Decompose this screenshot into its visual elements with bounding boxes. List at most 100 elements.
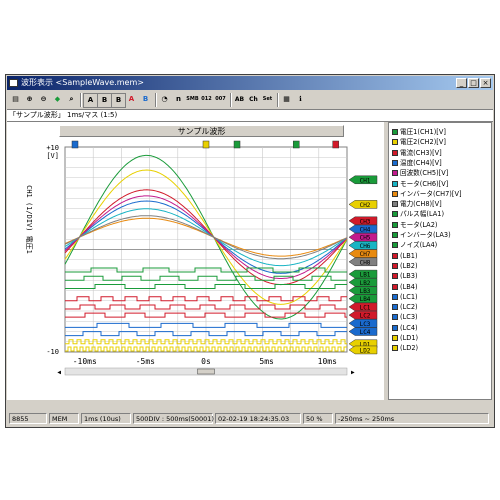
trigger-marker — [332, 140, 339, 149]
toolbar-a-button[interactable]: A — [83, 93, 98, 108]
channel-marker-label: CH6 — [360, 243, 371, 250]
legend-item[interactable]: 電圧2(CH2)[V] — [392, 138, 446, 147]
legend-label: (LB4) — [400, 282, 418, 291]
status-bar: 8855 MEM 1ms (10us) 500DIV : 500ms(50001… — [7, 410, 493, 427]
legend-label: 温度(CH4)[V] — [400, 158, 442, 167]
timer-icon[interactable]: ◔ — [158, 93, 171, 106]
legend-item[interactable]: (LC4) — [392, 324, 418, 333]
toolbar-a2-button[interactable]: A — [125, 93, 138, 106]
legend-label: 回波数(CH5)[V] — [400, 169, 449, 178]
toolbar-ch-button[interactable]: Ch — [247, 93, 260, 106]
minimize-button[interactable]: _ — [456, 78, 467, 88]
legend-item[interactable]: (LB2) — [392, 262, 418, 271]
toolbar-012-button[interactable]: 012 — [200, 93, 213, 106]
scroll-thumb — [197, 368, 215, 375]
search-icon[interactable]: ⌕ — [65, 93, 78, 106]
legend-item[interactable]: (LB4) — [392, 283, 418, 292]
scroll-right-icon: ▶ — [351, 369, 355, 376]
legend-swatch — [392, 293, 398, 300]
legend-label: (LB1) — [400, 251, 418, 260]
toolbar-smb-button[interactable]: SMB — [186, 93, 199, 106]
toolbar-b3-button[interactable]: B — [139, 93, 152, 106]
x-axis-tick-label: -5ms — [136, 357, 155, 366]
channel-marker-label: LC1 — [360, 304, 371, 311]
x-axis-tick-label: 5ms — [259, 357, 274, 366]
toolbar-007-button[interactable]: 007 — [214, 93, 227, 106]
zoom-in-icon[interactable]: ⊕ — [23, 93, 36, 106]
cursor-icon[interactable]: ◆ — [51, 93, 64, 106]
grid-icon[interactable]: ▦ — [280, 93, 293, 106]
legend-label: (LB2) — [400, 261, 418, 270]
legend-label: 電流(CH3)[V] — [400, 148, 442, 157]
status-timebase: 1ms (10us) — [81, 413, 131, 424]
legend-item[interactable]: (LB1) — [392, 252, 418, 261]
info-icon[interactable]: ℹ — [294, 93, 307, 106]
status-div: 500DIV : 500ms(50001) — [133, 413, 214, 424]
channel-marker-label: CH1 — [360, 177, 371, 184]
legend-label: 電圧1(CH1)[V] — [400, 128, 446, 136]
channel-marker-label: CH5 — [360, 235, 371, 242]
legend-item[interactable]: 回波数(CH5)[V] — [392, 169, 448, 178]
maximize-button[interactable]: □ — [468, 78, 479, 88]
legend-item[interactable]: (LD1) — [392, 334, 418, 343]
legend-item[interactable]: 電力(CH8)[V] — [392, 200, 442, 209]
legend-item[interactable]: (LD2) — [392, 344, 418, 353]
legend-item[interactable]: (LC3) — [392, 313, 418, 322]
legend-swatch — [392, 314, 398, 321]
channel-marker-label: LC2 — [360, 313, 371, 320]
legend-item[interactable]: パルス幅(LA1) — [392, 210, 444, 219]
legend-item[interactable]: (LC2) — [392, 303, 418, 312]
toolbar-n-button[interactable]: n — [172, 93, 185, 106]
x-axis-tick-label: -10ms — [73, 357, 97, 366]
channel-marker-label: CH2 — [360, 202, 371, 209]
channel-marker-label: LD2 — [360, 347, 371, 354]
toolbar-ab-button[interactable]: AB — [233, 93, 246, 106]
scroll-left-icon: ◀ — [57, 369, 61, 376]
legend-swatch — [392, 345, 398, 352]
status-trig-pos: 50 % — [303, 413, 333, 424]
toolbar-b2-button[interactable]: B — [111, 93, 126, 108]
legend-item[interactable]: 電流(CH3)[V] — [392, 149, 442, 158]
legend-item[interactable]: 温度(CH4)[V] — [392, 159, 442, 168]
zoom-out-icon[interactable]: ⊖ — [37, 93, 50, 106]
legend-label: (LC2) — [400, 303, 418, 312]
close-button[interactable]: × — [480, 78, 491, 88]
legend-swatch — [392, 324, 398, 331]
legend-label: 電圧2(CH2)[V] — [400, 138, 446, 147]
toolbar-set-button[interactable]: Set — [261, 93, 274, 106]
legend-item[interactable]: ノイズ(LA4) — [392, 241, 437, 250]
legend-item[interactable]: インバータ(CH7)[V] — [392, 190, 462, 199]
legend-swatch — [392, 273, 398, 280]
legend-swatch — [392, 190, 398, 197]
legend-label: 電力(CH8)[V] — [400, 200, 442, 209]
legend-label: (LC3) — [400, 313, 418, 322]
toolbar-b-button[interactable]: B — [97, 93, 112, 108]
legend-swatch — [392, 159, 398, 166]
legend-swatch — [392, 149, 398, 156]
status-range: -250ms ~ 250ms — [335, 413, 489, 424]
legend-item[interactable]: モータ(CH6)[V] — [392, 180, 448, 189]
channel-marker-label: LB2 — [360, 280, 371, 287]
waveform-plot[interactable]: +10[V] -10 CH1 (1/DIV) 電圧1 -10ms -5ms 0s 5ms 10… — [7, 122, 384, 400]
x-axis-tick-label: 10ms — [318, 357, 337, 366]
channel-marker-label: LC4 — [360, 329, 371, 336]
legend-swatch — [392, 262, 398, 269]
legend-swatch — [392, 304, 398, 311]
legend-label: インバータ(CH7)[V] — [400, 189, 462, 198]
app-icon — [9, 79, 18, 87]
legend-label: (LB3) — [400, 272, 418, 281]
legend-item[interactable]: モータ(LA2) — [392, 221, 437, 230]
status-model: 8855 — [9, 413, 47, 424]
y-axis-unit-label: [V] — [46, 152, 59, 160]
legend-item[interactable]: (LC1) — [392, 293, 418, 302]
print-icon[interactable]: ▤ — [9, 93, 22, 106]
legend-label: パルス幅(LA1) — [400, 210, 445, 219]
status-trigger-time: 02-02-19 18:24:35.03 — [215, 413, 301, 424]
channel-legend: 電圧1(CH1)[V] 電圧2(CH2)[V] 電流(CH3)[V] 温度(CH4)[… — [388, 122, 492, 400]
legend-item[interactable]: 電圧1(CH1)[V] — [392, 128, 446, 137]
trigger-marker — [292, 140, 300, 149]
legend-item[interactable]: (LB3) — [392, 272, 418, 281]
legend-swatch — [392, 170, 398, 177]
legend-item[interactable]: インバータ(LA3) — [392, 231, 451, 240]
waveform-chart-area[interactable]: サンプル波形 +10 [V] -10 CH1 (1/DIV) 電圧1 -10ms -5ms… — [7, 122, 384, 400]
